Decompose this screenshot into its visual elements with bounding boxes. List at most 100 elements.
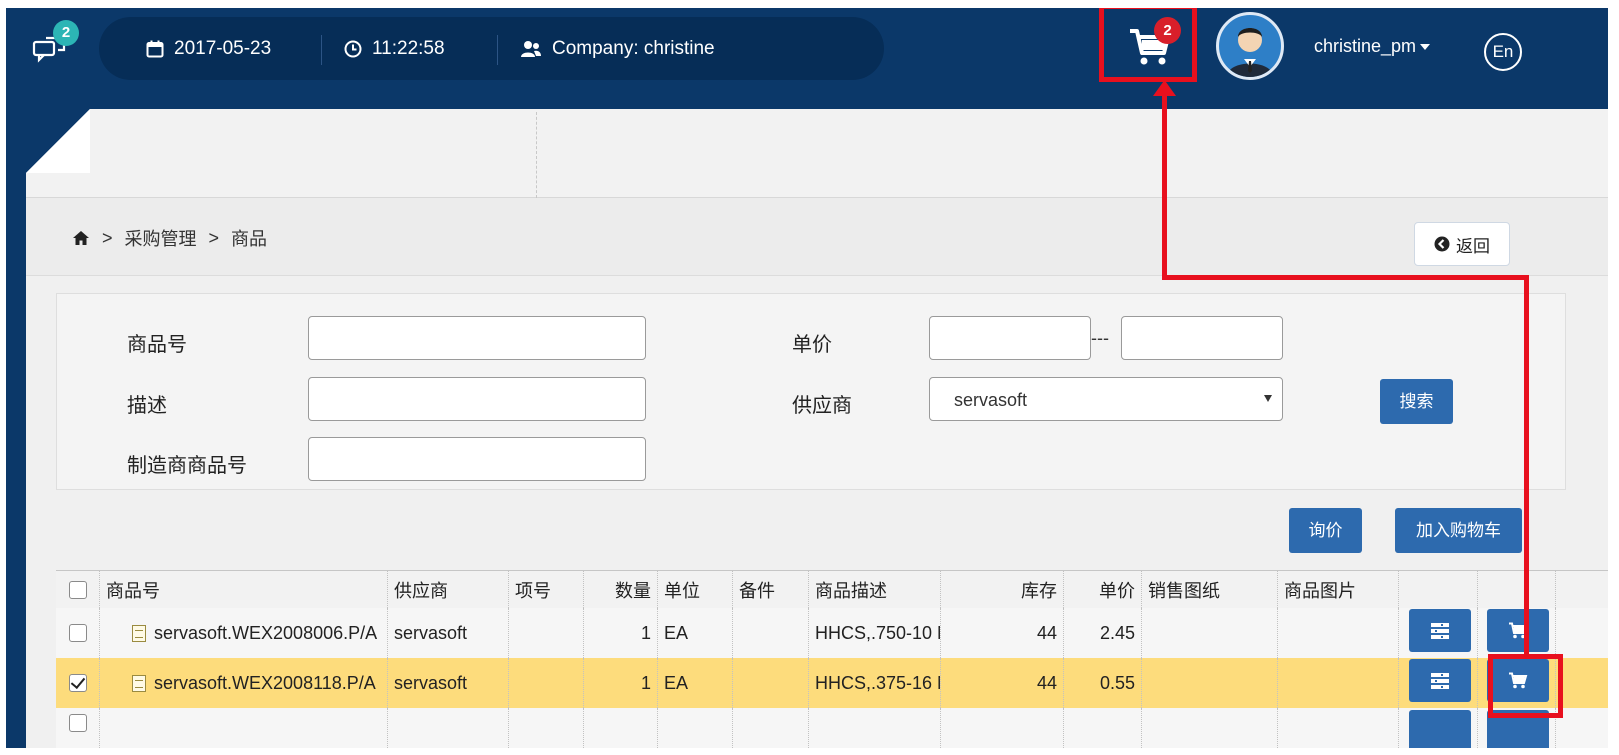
- product-no-cell: servasoft.WEX2008118.P/A: [100, 658, 388, 708]
- avatar[interactable]: [1216, 12, 1284, 80]
- description-label: 描述: [127, 395, 167, 417]
- drawing-cell: [1142, 658, 1278, 708]
- select-all-cell: [56, 571, 100, 608]
- company-display: Company: christine: [520, 17, 715, 80]
- header-description[interactable]: 商品描述: [809, 571, 941, 608]
- inquiry-button[interactable]: 询价: [1289, 508, 1362, 553]
- row-checkbox[interactable]: [68, 674, 87, 692]
- language-toggle[interactable]: En: [1484, 33, 1522, 71]
- image-cell: [1278, 658, 1399, 708]
- home-icon[interactable]: [72, 230, 90, 246]
- chevron-down-icon: [1264, 395, 1272, 402]
- stock-cell: 44: [941, 608, 1064, 658]
- item-no-cell: [509, 608, 584, 658]
- select-all-checkbox[interactable]: [68, 580, 87, 599]
- qty-cell: 1: [584, 658, 658, 708]
- tab-divider: [536, 112, 537, 198]
- left-accent: [6, 109, 26, 748]
- product-no-label: 商品号: [127, 334, 187, 356]
- search-button[interactable]: 搜索: [1380, 379, 1453, 424]
- breadcrumb-separator: >: [102, 227, 113, 248]
- message-badge: 2: [53, 20, 79, 46]
- annotation-arrowhead: [1153, 80, 1176, 96]
- detail-button[interactable]: [1409, 710, 1471, 748]
- price-cell: 0.55: [1064, 658, 1142, 708]
- header-image[interactable]: 商品图片: [1278, 571, 1399, 608]
- clock-icon: [344, 40, 362, 57]
- back-circle-icon: [1434, 236, 1450, 252]
- supplier-cell: servasoft: [388, 658, 509, 708]
- document-icon: [132, 624, 146, 642]
- back-button[interactable]: 返回: [1414, 222, 1510, 266]
- calendar-icon: [146, 40, 164, 57]
- item-no-cell: [509, 658, 584, 708]
- annotation-line: [1524, 275, 1529, 657]
- time-text: 11:22:58: [372, 38, 445, 59]
- row-checkbox[interactable]: [68, 624, 87, 642]
- price-from-input[interactable]: [929, 316, 1091, 360]
- annotation-highlight-box: [1488, 654, 1563, 718]
- supplier-selected-value: servasoft: [954, 390, 1028, 410]
- breadcrumb-separator: >: [208, 227, 220, 248]
- product-no-cell: [100, 708, 388, 748]
- mfr-no-input[interactable]: [308, 437, 646, 481]
- header-price[interactable]: 单价: [1064, 571, 1142, 608]
- detail-icon: [1431, 672, 1449, 689]
- header-action-2: [1478, 571, 1556, 608]
- cart-button[interactable]: 2: [1099, 8, 1197, 82]
- supplier-select[interactable]: servasoft: [929, 377, 1283, 421]
- header-item-no[interactable]: 项号: [509, 571, 584, 608]
- qty-cell: 1: [584, 608, 658, 658]
- table-row[interactable]: [56, 708, 1608, 748]
- header-unit[interactable]: 单位: [658, 571, 733, 608]
- table-row[interactable]: servasoft.WEX2008006.P/A servasoft 1 EA …: [56, 608, 1608, 659]
- header-product-no[interactable]: 商品号: [100, 571, 388, 608]
- breadcrumb-bar: > 采购管理 > 商品 返回: [26, 198, 1608, 276]
- unit-cell: EA: [658, 658, 733, 708]
- detail-button[interactable]: [1409, 659, 1471, 702]
- page-fold-corner: [26, 109, 90, 173]
- app-frame: 2 2017-05-23 11:22:58 Company: christine…: [6, 8, 1608, 748]
- product-no-input[interactable]: [308, 316, 646, 360]
- detail-button[interactable]: [1409, 609, 1471, 652]
- price-label: 单价: [792, 334, 832, 356]
- back-label: 返回: [1456, 236, 1490, 256]
- image-cell: [1278, 608, 1399, 658]
- table-header: 商品号 供应商 项号 数量 单位 备件 商品描述 库存 单价 销售图纸 商品图片: [56, 571, 1608, 609]
- table-row[interactable]: servasoft.WEX2008118.P/A servasoft 1 EA …: [56, 658, 1608, 709]
- price-to-input[interactable]: [1121, 316, 1283, 360]
- annotation-line: [1162, 84, 1167, 280]
- breadcrumb-item-procurement[interactable]: 采购管理: [125, 225, 197, 251]
- header-drawing[interactable]: 销售图纸: [1142, 571, 1278, 608]
- price-cell: 2.45: [1064, 608, 1142, 658]
- drawing-cell: [1142, 608, 1278, 658]
- description-cell: HHCS,.375-16 N: [809, 658, 941, 708]
- header-stock[interactable]: 库存: [941, 571, 1064, 608]
- tab-strip: [26, 109, 1608, 198]
- users-icon: [521, 40, 541, 57]
- header-spare[interactable]: 备件: [733, 571, 809, 608]
- description-input[interactable]: [308, 377, 646, 421]
- company-text: Company: christine: [552, 38, 715, 59]
- add-to-cart-button[interactable]: 加入购物车: [1395, 508, 1522, 553]
- user-menu[interactable]: christine_pm: [1314, 36, 1431, 57]
- header-supplier[interactable]: 供应商: [388, 571, 509, 608]
- chevron-down-icon: [1420, 44, 1431, 51]
- username-text: christine_pm: [1314, 36, 1417, 56]
- date-text: 2017-05-23: [174, 38, 272, 59]
- search-panel: 商品号 描述 制造商商品号 单价 --- 供应商 servasoft 搜索: [56, 293, 1566, 490]
- row-checkbox[interactable]: [68, 714, 87, 732]
- info-pill: 2017-05-23 11:22:58 Company: christine: [99, 17, 884, 80]
- unit-cell: EA: [658, 608, 733, 658]
- date-display: 2017-05-23: [146, 17, 271, 80]
- description-cell: HHCS,.750-10 N: [809, 608, 941, 658]
- row-cart-button[interactable]: [1487, 609, 1549, 652]
- supplier-label: 供应商: [792, 395, 852, 417]
- header-qty[interactable]: 数量: [584, 571, 658, 608]
- document-icon: [132, 674, 146, 692]
- product-table: 商品号 供应商 项号 数量 单位 备件 商品描述 库存 单价 销售图纸 商品图片…: [56, 570, 1608, 748]
- annotation-line: [1162, 275, 1529, 280]
- time-display: 11:22:58: [344, 17, 445, 80]
- supplier-cell: [388, 708, 509, 748]
- supplier-cell: servasoft: [388, 608, 509, 658]
